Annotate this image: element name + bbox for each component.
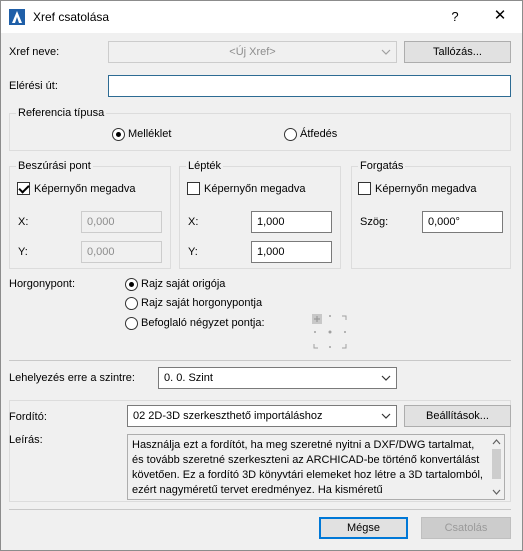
insertion-x-label: X: [18,216,29,228]
chevron-down-icon [381,49,391,55]
translator-value: 02 2D-3D szerkeszthető importáláshoz [133,410,323,422]
insertion-y-input[interactable]: 0,000 [81,241,162,263]
title-bar: Xref csatolása ? ✕ [1,1,522,33]
insertion-onscreen-checkbox[interactable] [17,182,30,195]
rotation-angle-input[interactable]: 0,000° [422,211,503,233]
xref-name-label: Xref neve: [9,46,60,58]
radio-overlay-label[interactable]: Átfedés [300,128,337,140]
scale-title: Lépték [186,160,224,172]
radio-drawing-origin[interactable] [125,278,138,291]
story-value: 0. 0. Szint [164,372,213,384]
radio-attachment-label[interactable]: Melléklet [128,128,171,140]
description-text: Használja ezt a fordítót, ha meg szeretn… [127,434,505,500]
scale-x-input[interactable]: 1,000 [251,211,332,233]
description-scrollbar[interactable] [489,435,504,499]
insertion-y-label: Y: [18,246,28,258]
radio-bounding-box[interactable] [125,317,138,330]
scale-onscreen-label[interactable]: Képernyőn megadva [204,183,306,195]
xref-name-combo[interactable]: <Új Xref> [108,41,397,63]
rotation-onscreen-label[interactable]: Képernyőn megadva [375,183,477,195]
insertion-point-title: Beszúrási pont [16,160,93,172]
translator-label: Fordító: [9,411,47,423]
window-title: Xref csatolása [33,10,110,24]
close-button[interactable]: ✕ [489,6,511,26]
anchor-grid-icon[interactable] [312,314,348,350]
reference-type-title: Referencia típusa [16,107,107,119]
rotation-title: Forgatás [358,160,406,172]
chevron-down-icon [381,375,391,381]
chevron-down-icon [381,413,391,419]
insertion-x-input[interactable]: 0,000 [81,211,162,233]
scale-y-label: Y: [188,246,198,258]
separator [9,360,511,361]
scale-x-label: X: [188,216,199,228]
xref-name-value: <Új Xref> [229,46,276,58]
rotation-angle-label: Szög: [360,216,389,228]
archicad-app-icon [9,9,25,25]
story-combo[interactable]: 0. 0. Szint [158,367,397,389]
story-label: Lehelyezés erre a szintre: [9,372,135,384]
radio-drawing-anchor[interactable] [125,297,138,310]
attach-button[interactable]: Csatolás [421,517,511,539]
rotation-onscreen-checkbox[interactable] [358,182,371,195]
path-input[interactable] [108,75,511,97]
translator-settings-button[interactable]: Beállítások... [404,405,511,427]
path-label: Elérési út: [9,80,58,92]
translator-combo[interactable]: 02 2D-3D szerkeszthető importáláshoz [127,405,397,427]
radio-bounding-box-label[interactable]: Befoglaló négyzet pontja: [141,317,265,329]
cancel-button[interactable]: Mégse [319,517,408,539]
anchor-label: Horgonypont: [9,278,76,290]
radio-drawing-origin-label[interactable]: Rajz saját origója [141,278,225,290]
browse-button[interactable]: Tallózás... [404,41,511,63]
scale-onscreen-checkbox[interactable] [187,182,200,195]
radio-overlay[interactable] [284,128,297,141]
radio-attachment[interactable] [112,128,125,141]
xref-dialog: Xref csatolása ? ✕ Xref neve: <Új Xref> … [0,0,523,551]
scrollbar-arrows-icon [492,439,501,495]
scale-y-input[interactable]: 1,000 [251,241,332,263]
help-button[interactable]: ? [444,7,466,27]
insertion-onscreen-label[interactable]: Képernyőn megadva [34,183,136,195]
description-label: Leírás: [9,434,43,446]
footer-separator [9,509,511,510]
radio-drawing-anchor-label[interactable]: Rajz saját horgonypontja [141,297,262,309]
